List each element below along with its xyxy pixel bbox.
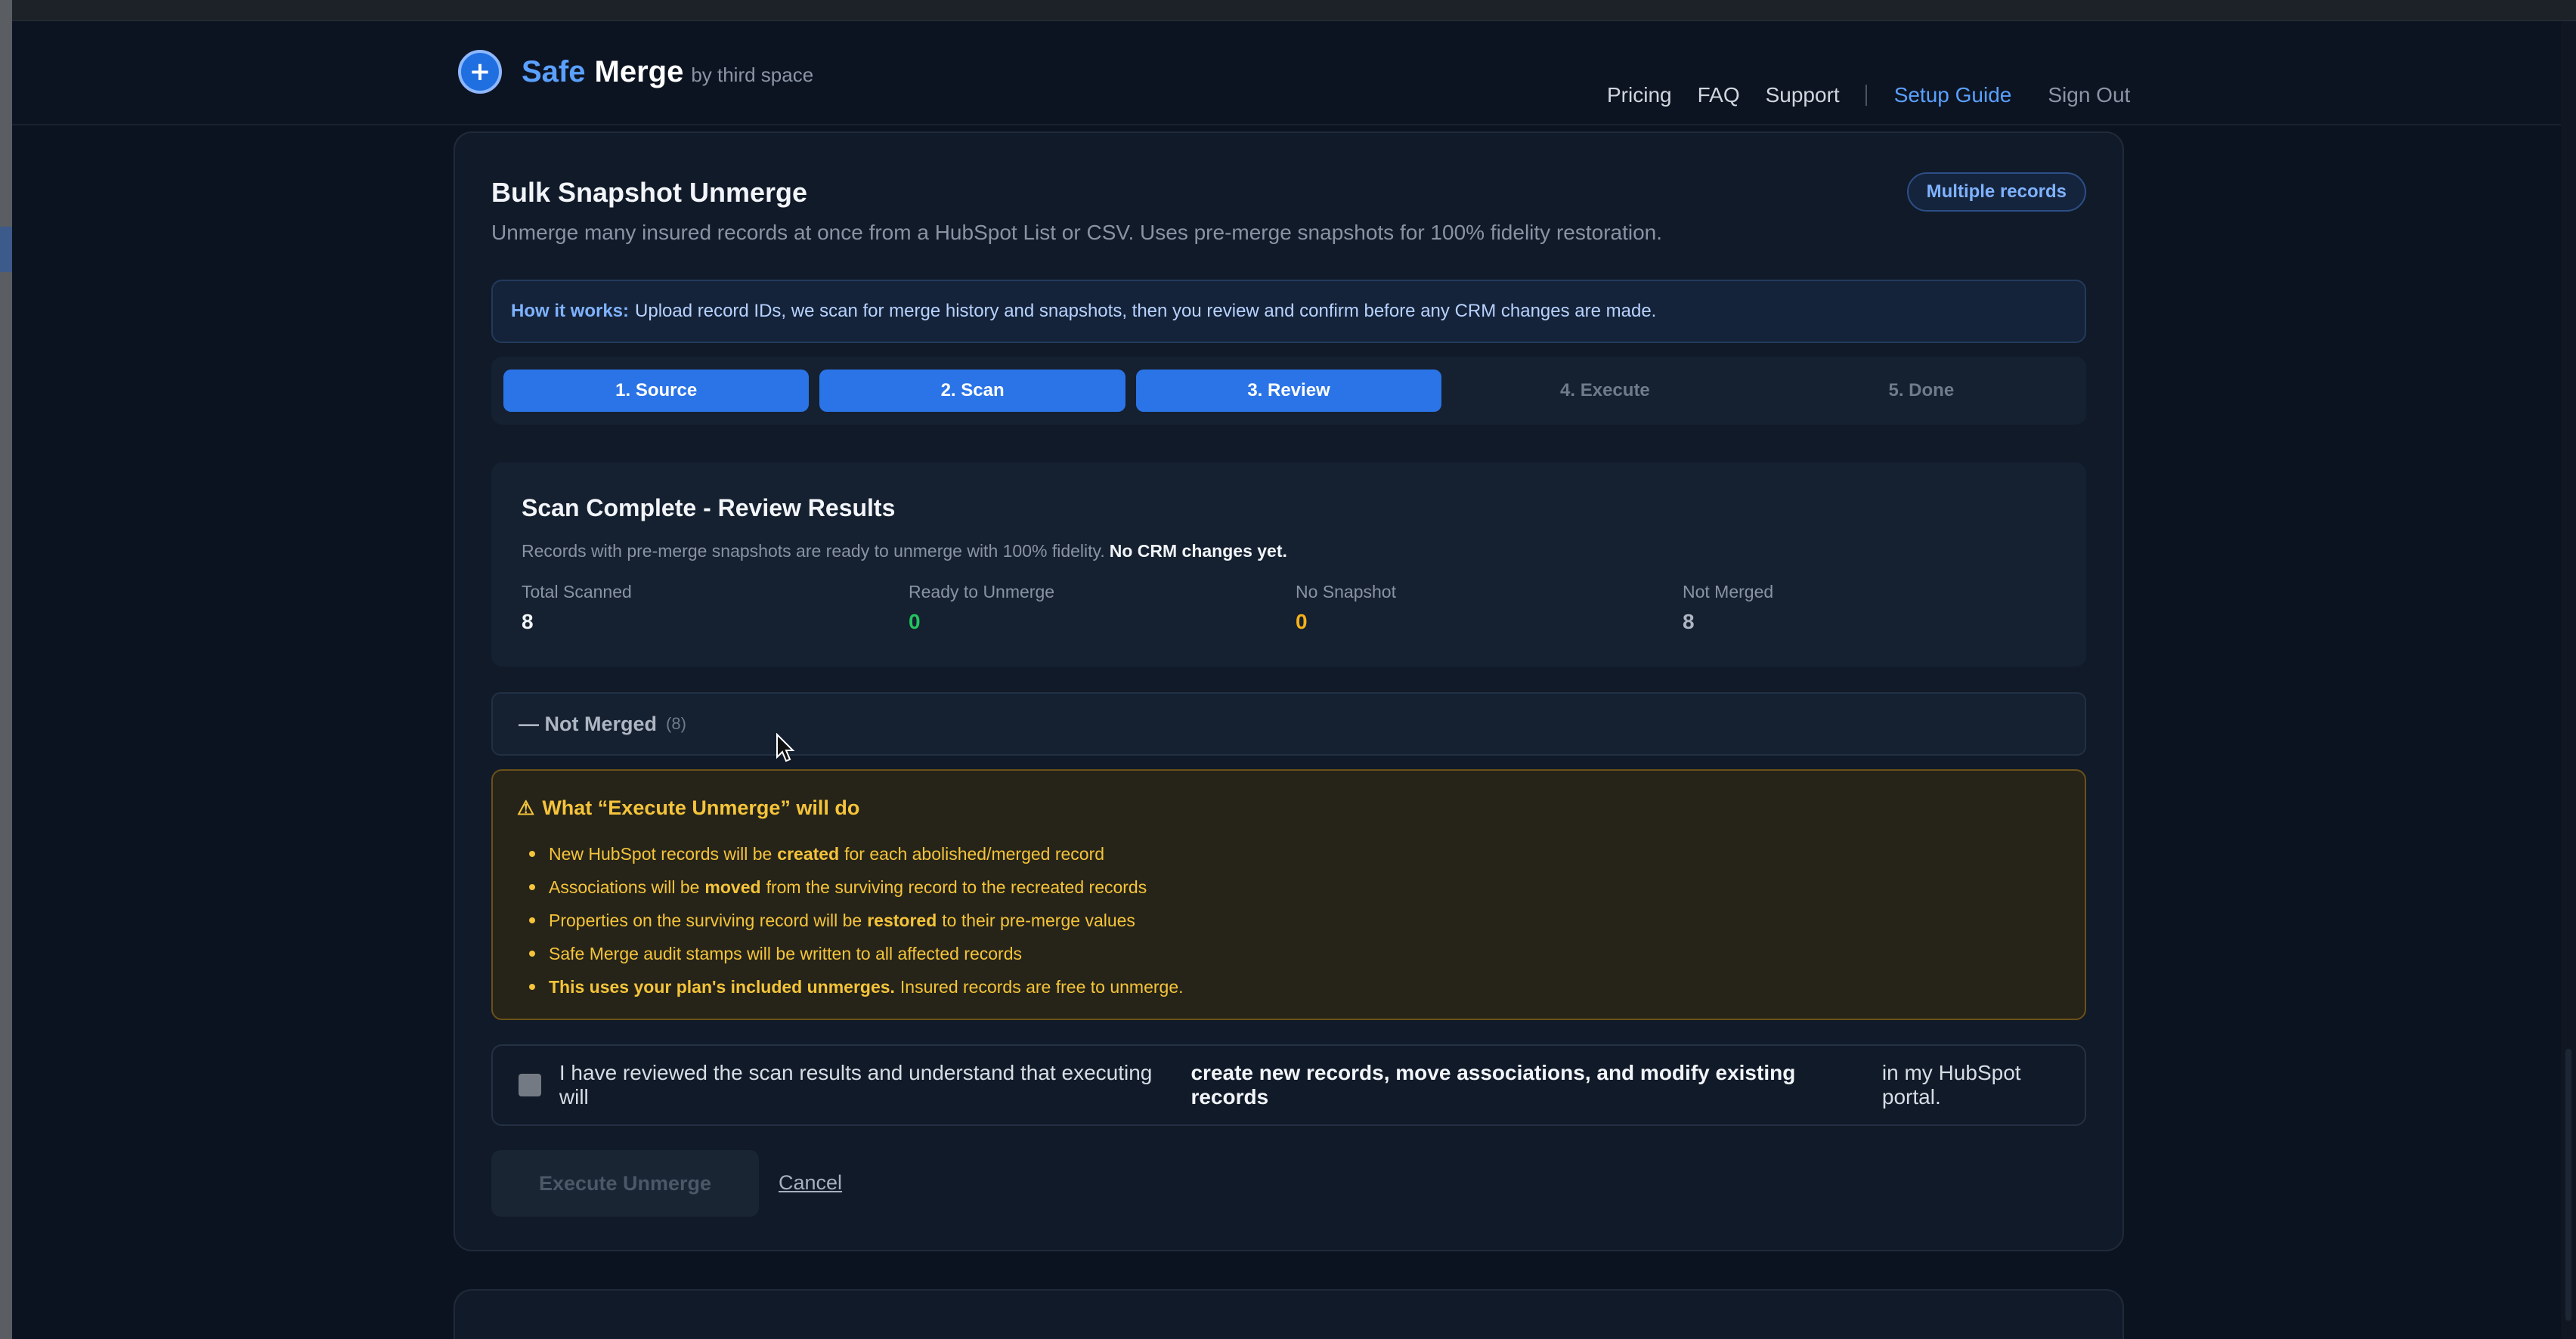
brand-name: Safe Merge by third space [522,55,813,89]
bullet-icon [529,851,535,857]
scrollbar-thumb[interactable] [2565,1049,2571,1321]
bullet-icon [529,917,535,923]
scan-stats: Total Scanned 8 Ready to Unmerge 0 No Sn… [522,582,2071,634]
page-subtitle: Unmerge many insured records at once fro… [491,221,1663,244]
item-text: from the surviving record to the recreat… [766,877,1147,897]
confirm-text: I have reviewed the scan results and und… [559,1061,1153,1109]
step-done: 5. Done [1888,380,1955,400]
not-merged-label: — Not Merged [519,712,658,735]
item-text: New HubSpot records will be [549,843,772,864]
page-title: Bulk Snapshot Unmerge [491,177,808,208]
item-bold: restored [867,910,937,930]
scan-description: Records with pre-merge snapshots are rea… [522,541,1287,561]
list-item: Safe Merge audit stamps will be written … [529,937,1184,970]
item-text: Safe Merge audit stamps will be written … [549,943,1022,963]
bullet-icon [529,984,535,990]
stat-not-merged: Not Merged 8 [1683,582,2070,634]
bullet-icon [529,951,535,957]
confirm-text-end: in my HubSpot portal. [1881,1061,2021,1109]
window-edge [0,0,12,1339]
stat-label: Ready to Unmerge [909,582,1055,601]
bullet-icon [529,884,535,890]
scan-description-text: Records with pre-merge snapshots are rea… [522,541,1105,561]
nav-faq[interactable]: FAQ [1698,83,1740,107]
scan-description-bold: No CRM changes yet. [1109,541,1287,561]
site-header: + Safe Merge by third space Pricing FAQ … [12,21,2561,125]
nav-pricing[interactable]: Pricing [1607,83,1672,107]
multiple-records-badge: Multiple records [1906,172,2086,212]
step-execute: 4. Execute [1560,380,1650,400]
nav-setup-guide[interactable]: Setup Guide [1894,83,2012,107]
logo[interactable]: + Safe Merge by third space [458,50,813,94]
execute-warning-box: ⚠ What “Execute Unmerge” will do New Hub… [491,769,2086,1020]
step-scan[interactable]: 2. Scan [819,370,1125,412]
confirm-bold: create new records, move associations, a… [1190,1061,1796,1109]
bulk-unmerge-card: Bulk Snapshot Unmerge Multiple records U… [454,131,2124,1251]
next-card [454,1289,2124,1339]
item-text: Associations will be [549,877,700,897]
scan-results-panel: Scan Complete - Review Results Records w… [491,462,2086,666]
step-review[interactable]: 3. Review [1135,370,1442,412]
brand-merge: Merge [594,54,684,88]
list-item: Associations will be moved from the surviv… [529,871,1184,904]
confirm-checkbox[interactable] [519,1074,541,1096]
stat-value: 0 [1296,610,1308,633]
stat-label: No Snapshot [1296,582,1396,601]
window-edge-marker [0,227,12,272]
stepper: 1. Source 2. Scan 3. Review 4. Execute 5… [491,357,2086,425]
brand-tagline: by third space [691,63,814,86]
item-text: Insured records are free to unmerge. [899,976,1184,997]
top-nav: Pricing FAQ Support Setup Guide Sign Out [1607,80,2130,110]
warning-triangle-icon: ⚠ [517,796,535,819]
list-item: This uses your plan's included unmerges.… [529,970,1184,1003]
cancel-link[interactable]: Cancel [779,1171,842,1195]
stat-value: 8 [1683,610,1695,633]
not-merged-count: (8) [666,714,686,733]
stat-no-snapshot: No Snapshot 0 [1296,582,1683,634]
item-bold: moved [704,877,761,897]
warning-title: ⚠ What “Execute Unmerge” will do [517,796,859,820]
how-it-works-banner: How it works: Upload record IDs, we scan… [491,280,2086,343]
nav-support[interactable]: Support [1766,83,1840,107]
warning-list: New HubSpot records will be created for ea… [529,837,1184,1003]
stat-value: 0 [909,610,921,633]
item-text: for each abolished/merged record [844,843,1105,864]
item-bold: This uses your plan's included unmerges. [549,976,895,997]
list-item: New HubSpot records will be created for ea… [529,837,1184,871]
item-text: Properties on the surviving record will … [549,910,862,930]
nav-divider [1865,85,1867,106]
item-text: to their pre-merge values [942,910,1135,930]
nav-sign-out[interactable]: Sign Out [2048,83,2130,107]
list-item: Properties on the surviving record will … [529,904,1184,937]
plus-circle-icon: + [458,50,502,94]
page-scrollbar[interactable] [2561,21,2576,1339]
stat-total-scanned: Total Scanned 8 [522,582,909,634]
confirm-review[interactable]: I have reviewed the scan results and und… [491,1044,2086,1126]
not-merged-section-toggle[interactable]: — Not Merged (8) [491,692,2086,756]
warning-title-text: What “Execute Unmerge” will do [542,796,860,819]
stat-ready-to-unmerge: Ready to Unmerge 0 [909,582,1296,634]
how-it-works-text: Upload record IDs, we scan for merge his… [635,301,1657,321]
how-it-works-label: How it works: [511,301,630,321]
brand-safe: Safe [522,54,586,88]
stat-label: Not Merged [1683,582,1774,601]
browser-toolbar-strip [12,0,2576,21]
item-bold: created [777,843,840,864]
stat-value: 8 [522,610,534,633]
scan-title: Scan Complete - Review Results [522,494,896,521]
step-source[interactable]: 1. Source [503,370,810,412]
stat-label: Total Scanned [522,582,632,601]
execute-unmerge-button[interactable]: Execute Unmerge [491,1150,759,1217]
